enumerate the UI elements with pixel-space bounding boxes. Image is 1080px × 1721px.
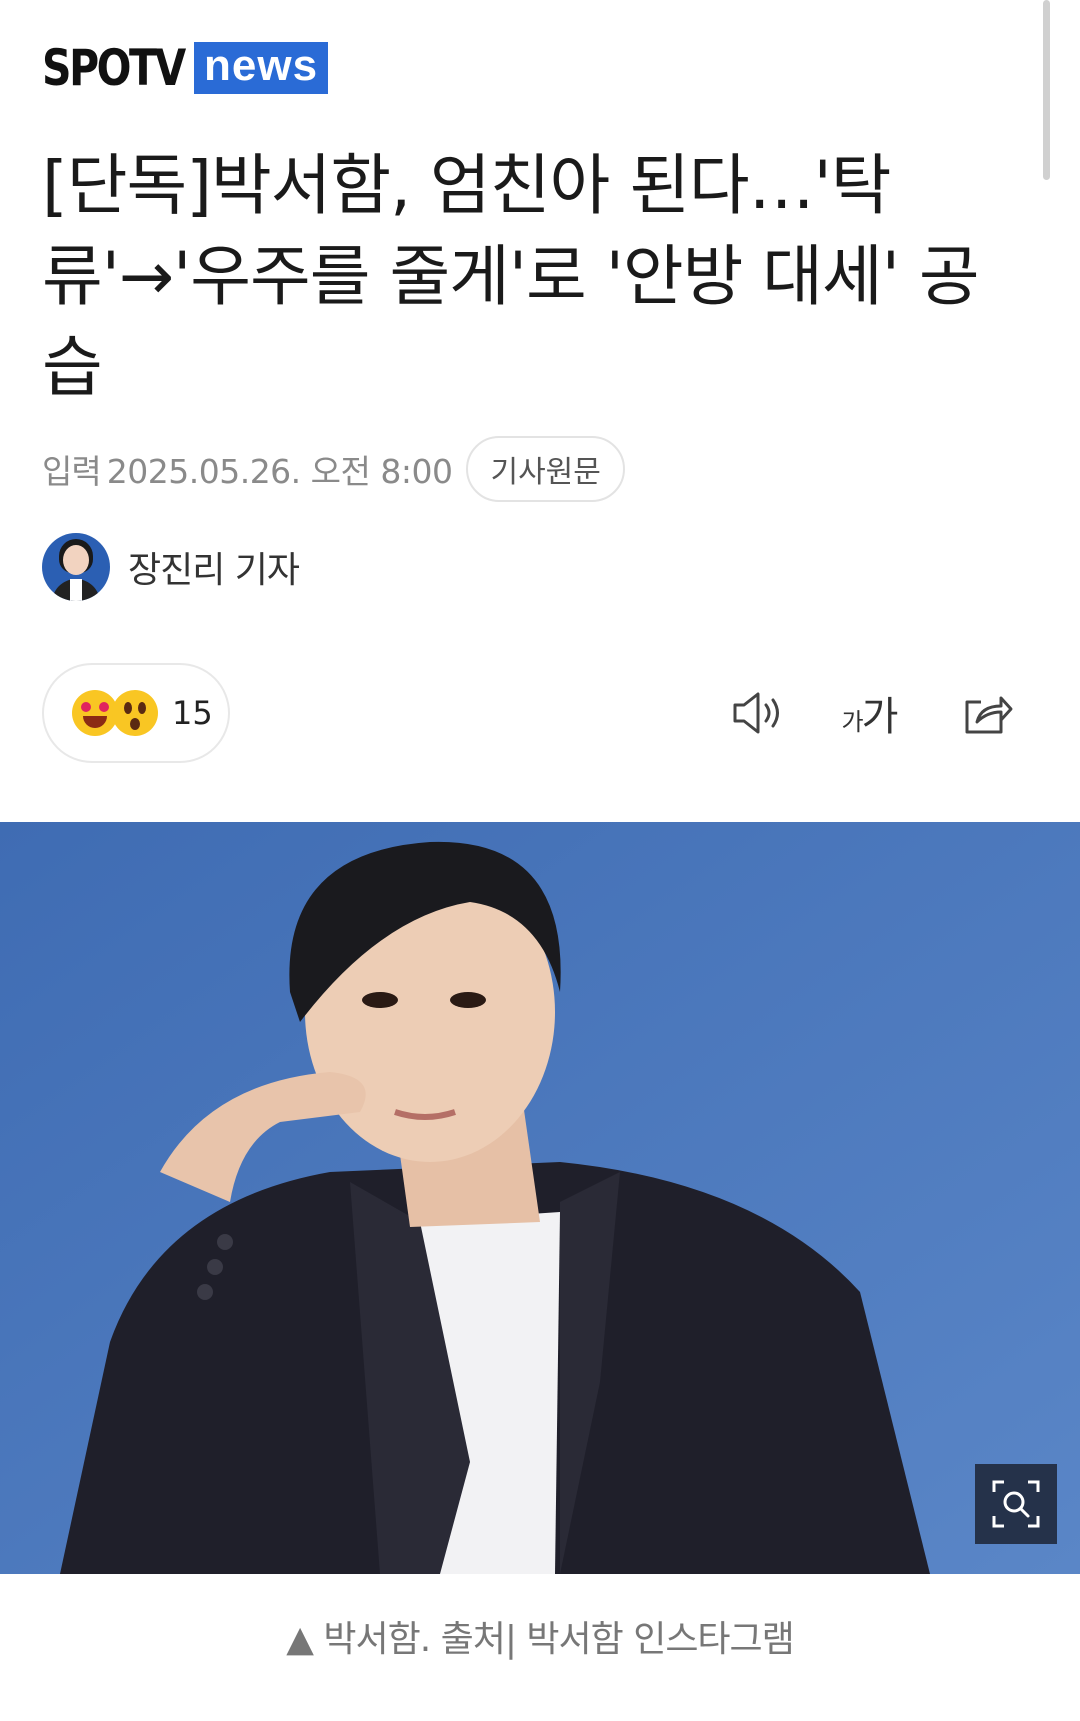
speaker-icon[interactable] — [724, 680, 790, 746]
press-logo[interactable]: SPOTV news — [42, 39, 329, 97]
article-meta: 입력 2025.05.26. 오전 8:00 기사원문 — [42, 436, 625, 502]
portrait-image — [0, 822, 1080, 1574]
surprised-emoji — [112, 690, 158, 736]
published-date: 2025.05.26. 오전 8:00 — [106, 452, 453, 491]
logo-sub: news — [194, 42, 329, 94]
reporter-info[interactable]: 장진리 기자 — [42, 533, 300, 601]
speaker-icon-graphic — [733, 692, 779, 734]
original-article-button[interactable]: 기사원문 — [466, 436, 625, 502]
share-icon-graphic — [965, 696, 1013, 734]
article-photo[interactable] — [0, 822, 1080, 1574]
font-small-glyph: 가 — [841, 708, 864, 736]
reaction-button[interactable]: 15 — [42, 663, 230, 763]
reporter-avatar — [42, 533, 110, 601]
article-page: SPOTV news [단독]박서함, 엄친아 된다…'탁류'→'우주를 줄게'… — [0, 0, 1080, 1721]
scrollbar[interactable] — [1043, 0, 1050, 180]
reporter-name: 장진리 기자 — [128, 550, 300, 591]
article-headline: [단독]박서함, 엄친아 된다…'탁류'→'우주를 줄게'로 '안방 대세' 공… — [42, 147, 980, 406]
zoom-search-icon[interactable] — [975, 1464, 1057, 1544]
font-size-icon[interactable]: 가가 — [836, 680, 902, 746]
photo-caption: ▲ 박서함. 출처| 박서함 인스타그램 — [286, 1619, 795, 1660]
input-label: 입력 — [42, 452, 102, 491]
logo-brand: SPOTV — [42, 39, 186, 97]
share-icon[interactable] — [954, 680, 1020, 746]
reaction-count: 15 — [172, 694, 213, 732]
font-large-glyph: 가 — [861, 694, 899, 740]
